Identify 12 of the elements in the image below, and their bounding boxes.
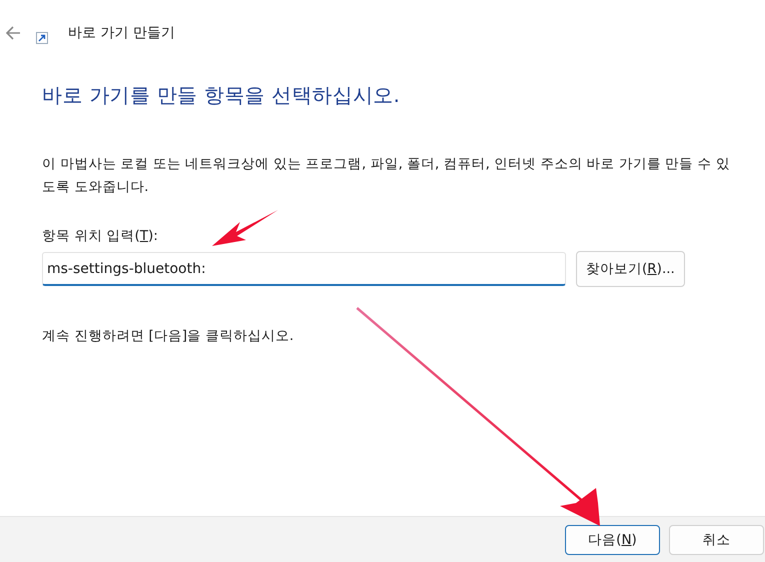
window-title: 바로 가기 만들기: [68, 24, 175, 42]
hint-text: 계속 진행하려면 [다음]을 클릭하십시오.: [42, 327, 295, 345]
location-field[interactable]: ms-settings-bluetooth:: [42, 252, 566, 286]
description-text: 이 마법사는 로컬 또는 네트워크상에 있는 프로그램, 파일, 폴더, 컴퓨터, 인터넷 주소의 바로 가기를 만들 수 있도록 도와줍니다.: [42, 155, 731, 197]
back-arrow-icon[interactable]: [4, 24, 22, 42]
browse-button[interactable]: 찾아보기(R)...: [576, 251, 685, 287]
wizard-heading: 바로 가기를 만들 항목을 선택하십시오.: [42, 82, 402, 109]
pointer-arrow: [212, 210, 278, 246]
cancel-button[interactable]: 취소: [669, 524, 764, 554]
shortcut-icon: [36, 32, 48, 44]
next-button[interactable]: 다음(N): [565, 524, 660, 554]
location-label: 항목 위치 입력(T):: [42, 227, 159, 245]
